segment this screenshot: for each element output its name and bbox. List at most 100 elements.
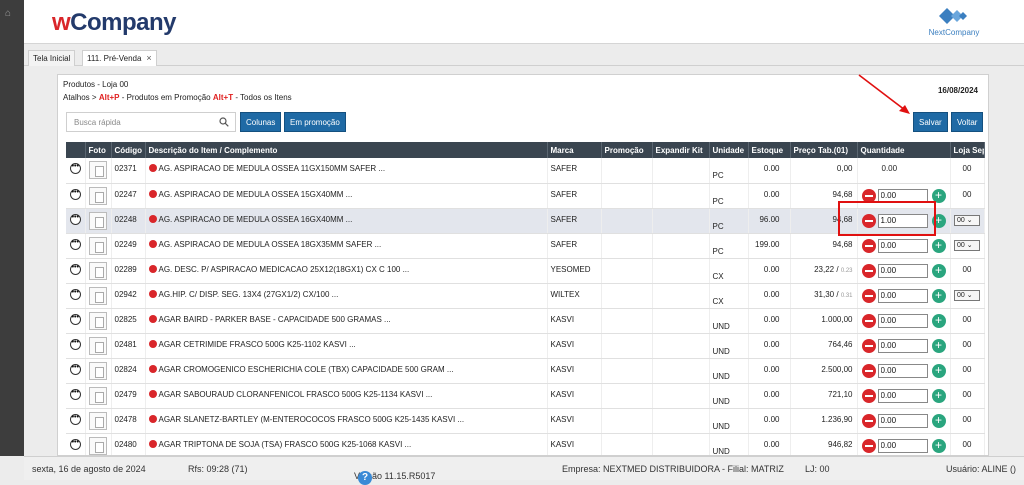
- header-col-marca[interactable]: Marca: [547, 142, 602, 158]
- quantity-input[interactable]: [877, 438, 928, 453]
- price-value: 31,30: [814, 289, 835, 299]
- header-col-preco[interactable]: Preço Tab.(01): [790, 142, 858, 158]
- save-button[interactable]: Salvar: [913, 112, 948, 132]
- decrease-quantity-button[interactable]: [861, 388, 876, 403]
- decrease-quantity-button[interactable]: [861, 338, 876, 353]
- table-row[interactable]: ••• 02479 AGAR SABOURAUD CLORANFENICOL FRA…: [66, 383, 985, 409]
- more-options-icon[interactable]: •••: [69, 413, 81, 425]
- increase-quantity-button[interactable]: +: [931, 313, 946, 328]
- decrease-quantity-button[interactable]: [861, 413, 876, 428]
- more-options-icon[interactable]: •••: [69, 288, 81, 300]
- table-row[interactable]: ••• 02824 AGAR CROMOGENICO ESCHERICHIA COL…: [66, 358, 985, 384]
- price-value: 23,22: [814, 264, 835, 274]
- company-logo: wCompany: [52, 9, 177, 36]
- loja-select[interactable]: 00 ⌄: [954, 289, 980, 301]
- product-image-icon[interactable]: [88, 411, 107, 430]
- search-icon[interactable]: [219, 117, 229, 127]
- decrease-quantity-button[interactable]: [861, 263, 876, 278]
- header-col-expandir-kit[interactable]: Expandir Kit: [652, 142, 710, 158]
- table-row[interactable]: ••• 02481 AGAR CETRIMIDE FRASCO 500G K25-1…: [66, 333, 985, 359]
- product-image-icon[interactable]: [88, 261, 107, 280]
- table-row[interactable]: ••• 02478 AGAR SLANETZ-BARTLEY (M-ENTEROCO…: [66, 408, 985, 434]
- quantity-input[interactable]: [877, 338, 928, 353]
- header-col-codigo[interactable]: Código: [111, 142, 146, 158]
- increase-quantity-button[interactable]: +: [931, 238, 946, 253]
- quick-search[interactable]: [66, 112, 236, 132]
- quantity-input[interactable]: [877, 263, 928, 278]
- home-icon[interactable]: ⌂: [5, 8, 11, 19]
- loja-select[interactable]: 00 ⌄: [954, 239, 980, 251]
- increase-quantity-button[interactable]: +: [931, 363, 946, 378]
- product-image-icon[interactable]: [88, 236, 107, 255]
- quantity-input[interactable]: [877, 363, 928, 378]
- table-row[interactable]: ••• 02825 AGAR BAIRD - PARKER BASE - CAPAC…: [66, 308, 985, 334]
- decrease-quantity-button[interactable]: [861, 363, 876, 378]
- increase-quantity-button[interactable]: +: [931, 388, 946, 403]
- decrease-quantity-button[interactable]: [861, 288, 876, 303]
- more-options-icon[interactable]: •••: [69, 188, 81, 200]
- panel-title: Produtos - Loja 00: [63, 80, 129, 89]
- more-options-icon[interactable]: •••: [69, 438, 81, 450]
- code-cell: 02479: [111, 383, 146, 409]
- product-image-icon[interactable]: [88, 361, 107, 380]
- promo-cell: [601, 208, 653, 234]
- table-row[interactable]: ••• 02371 AG. ASPIRACAO DE MEDULA OSSEA 11…: [66, 158, 985, 184]
- header-col-estoque[interactable]: Estoque: [748, 142, 791, 158]
- decrease-quantity-button[interactable]: [861, 438, 876, 453]
- product-image-icon[interactable]: [88, 286, 107, 305]
- more-options-icon[interactable]: •••: [69, 163, 81, 174]
- quantity-input[interactable]: [877, 288, 928, 303]
- increase-quantity-button[interactable]: +: [931, 438, 946, 453]
- more-options-icon[interactable]: •••: [69, 363, 81, 375]
- loja-select[interactable]: 00 ⌄: [954, 214, 980, 226]
- loja-sep-cell: 00: [950, 333, 985, 359]
- quantity-input[interactable]: [877, 413, 928, 428]
- tab-pre-venda[interactable]: 111. Pré-Venda ×: [82, 50, 157, 66]
- more-options-icon[interactable]: •••: [69, 388, 81, 400]
- em-promocao-button[interactable]: Em promoção: [284, 112, 346, 132]
- increase-quantity-button[interactable]: +: [931, 413, 946, 428]
- decrease-quantity-button[interactable]: [861, 313, 876, 328]
- tab-tela-inicial[interactable]: Tela Inicial: [28, 50, 76, 66]
- more-options-icon[interactable]: •••: [69, 263, 81, 275]
- table-row[interactable]: ••• 02249 AG. ASPIRACAO DE MEDULA OSSEA 18…: [66, 233, 985, 259]
- more-options-icon[interactable]: •••: [69, 338, 81, 350]
- increase-quantity-button[interactable]: +: [931, 263, 946, 278]
- loja-sep-cell: 00: [950, 383, 985, 409]
- product-image-icon[interactable]: [88, 186, 107, 205]
- header-col-descricao[interactable]: Descrição do Item / Complemento: [145, 142, 548, 158]
- product-image-icon[interactable]: [88, 161, 107, 179]
- quantity-input[interactable]: [877, 388, 928, 403]
- more-options-icon[interactable]: •••: [69, 313, 81, 325]
- table-row[interactable]: ••• 02480 AGAR TRIPTONA DE SOJA (TSA) FRAS…: [66, 433, 985, 455]
- description-text: AGAR SLANETZ-BARTLEY (M-ENTEROCOCOS FRAS…: [158, 414, 465, 424]
- more-options-icon[interactable]: •••: [69, 238, 81, 250]
- header-col-unidade[interactable]: Unidade: [709, 142, 749, 158]
- search-input[interactable]: [67, 113, 212, 131]
- increase-quantity-button[interactable]: +: [931, 288, 946, 303]
- brand-cell: SAFER: [547, 233, 602, 259]
- table-row[interactable]: ••• 02289 AG. DESC. P/ ASPIRACAO MEDICACAO…: [66, 258, 985, 284]
- promo-cell: [601, 158, 653, 184]
- increase-quantity-button[interactable]: +: [931, 338, 946, 353]
- back-button[interactable]: Voltar: [951, 112, 984, 132]
- header-col-quantidade[interactable]: Quantidade: [857, 142, 951, 158]
- more-options-icon[interactable]: •••: [69, 213, 81, 225]
- table-row[interactable]: ••• 02942 AG.HIP. C/ DISP. SEG. 13X4 (27GX…: [66, 283, 985, 309]
- product-image-icon[interactable]: [88, 311, 107, 330]
- header-col-menu[interactable]: [66, 142, 86, 158]
- product-image-icon[interactable]: [88, 336, 107, 355]
- price-cell: 94,68: [790, 233, 858, 259]
- product-image-icon[interactable]: [88, 436, 107, 455]
- close-tab-icon[interactable]: ×: [146, 53, 151, 63]
- product-image-icon[interactable]: [88, 211, 107, 230]
- product-image-icon[interactable]: [88, 386, 107, 405]
- quantity-input[interactable]: [877, 238, 928, 253]
- help-icon[interactable]: ?: [358, 471, 372, 485]
- header-col-loja-sep[interactable]: Loja Sep.: [950, 142, 985, 158]
- header-col-foto[interactable]: Foto: [85, 142, 112, 158]
- quantity-input[interactable]: [877, 313, 928, 328]
- decrease-quantity-button[interactable]: [861, 238, 876, 253]
- colunas-button[interactable]: Colunas: [240, 112, 282, 132]
- header-col-promocao[interactable]: Promoção: [601, 142, 653, 158]
